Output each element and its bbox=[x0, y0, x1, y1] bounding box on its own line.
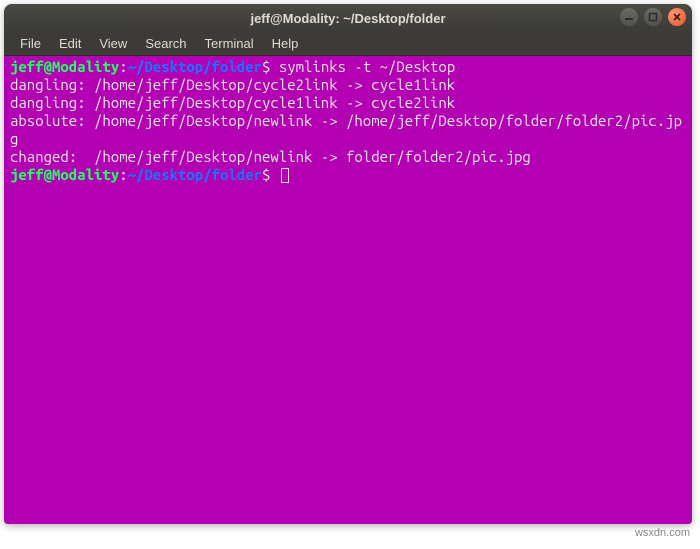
cursor-icon bbox=[281, 168, 289, 183]
menu-help[interactable]: Help bbox=[264, 34, 307, 53]
terminal-area[interactable]: jeff@Modality:~/Desktop/folder$ symlinks… bbox=[4, 56, 692, 524]
prompt-path: ~/Desktop/folder bbox=[128, 58, 262, 75]
prompt-sep1: : bbox=[119, 166, 127, 183]
menu-terminal[interactable]: Terminal bbox=[197, 34, 262, 53]
output-line: changed: /home/jeff/Desktop/newlink -> f… bbox=[10, 148, 531, 165]
output-line: absolute: /home/jeff/Desktop/newlink -> … bbox=[10, 112, 682, 147]
close-button[interactable] bbox=[668, 8, 686, 26]
prompt-sep2: $ bbox=[262, 58, 270, 75]
minimize-button[interactable] bbox=[620, 8, 638, 26]
prompt-sep1: : bbox=[119, 58, 127, 75]
close-icon bbox=[672, 12, 682, 22]
watermark: wsxdn.com bbox=[635, 527, 690, 539]
prompt-sep2: $ bbox=[262, 166, 270, 183]
menu-search[interactable]: Search bbox=[137, 34, 194, 53]
output-line: dangling: /home/jeff/Desktop/cycle1link … bbox=[10, 94, 455, 111]
minimize-icon bbox=[624, 12, 634, 22]
command-text: symlinks -t ~/Desktop bbox=[279, 58, 455, 75]
prompt-path: ~/Desktop/folder bbox=[128, 166, 262, 183]
menubar: File Edit View Search Terminal Help bbox=[4, 32, 692, 56]
prompt-user-host: jeff@Modality bbox=[10, 58, 119, 75]
maximize-icon bbox=[648, 12, 658, 22]
terminal-window: jeff@Modality: ~/Desktop/folder File Edi… bbox=[4, 4, 692, 524]
output-line: dangling: /home/jeff/Desktop/cycle2link … bbox=[10, 76, 455, 93]
window-controls bbox=[620, 8, 686, 26]
menu-file[interactable]: File bbox=[12, 34, 49, 53]
maximize-button[interactable] bbox=[644, 8, 662, 26]
window-title: jeff@Modality: ~/Desktop/folder bbox=[4, 11, 692, 26]
titlebar[interactable]: jeff@Modality: ~/Desktop/folder bbox=[4, 4, 692, 32]
prompt-user-host: jeff@Modality bbox=[10, 166, 119, 183]
menu-view[interactable]: View bbox=[91, 34, 135, 53]
menu-edit[interactable]: Edit bbox=[51, 34, 89, 53]
